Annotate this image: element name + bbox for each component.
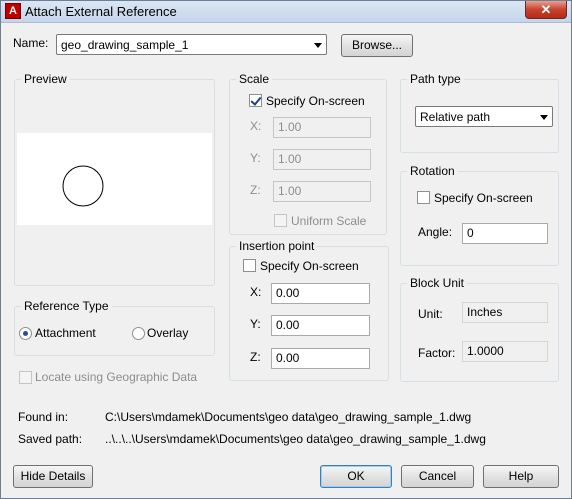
angle-field[interactable]: 0	[462, 223, 548, 244]
path-type-dropdown[interactable]: Relative path	[415, 106, 553, 127]
preview-title: Preview	[21, 72, 70, 86]
factor-value: 1.0000	[462, 341, 548, 362]
insertion-x-label: X:	[250, 285, 262, 299]
chevron-down-icon	[540, 115, 548, 120]
factor-label: Factor:	[418, 346, 456, 360]
ok-button[interactable]: OK	[320, 465, 392, 488]
reference-type-title: Reference Type	[21, 299, 112, 313]
overlay-label: Overlay	[147, 326, 189, 340]
scale-z-label: Z:	[250, 183, 261, 197]
rotation-title: Rotation	[407, 164, 458, 178]
overlay-radio[interactable]	[132, 327, 145, 340]
hide-details-button[interactable]: Hide Details	[13, 465, 93, 488]
unit-label: Unit:	[418, 307, 443, 321]
attachment-label: Attachment	[35, 326, 96, 340]
scale-specify-label: Specify On-screen	[266, 94, 365, 108]
attach-xref-dialog: A Attach External Reference ✕ Name: geo_…	[0, 0, 572, 499]
browse-button[interactable]: Browse...	[341, 34, 413, 57]
path-type-value: Relative path	[420, 110, 491, 124]
block-unit-group: Block Unit	[400, 276, 559, 382]
angle-label: Angle:	[418, 225, 453, 239]
title-bar[interactable]: A Attach External Reference ✕	[1, 1, 571, 23]
name-dropdown[interactable]: geo_drawing_sample_1	[56, 34, 327, 55]
chevron-down-icon	[314, 43, 322, 48]
rotation-group: Rotation	[400, 164, 559, 266]
insertion-x-field[interactable]: 0.00	[271, 283, 370, 304]
cancel-button[interactable]: Cancel	[401, 465, 474, 488]
name-value: geo_drawing_sample_1	[61, 38, 189, 52]
preview-canvas	[17, 133, 212, 225]
saved-path-value: ..\..\..\Users\mdamek\Documents\geo data…	[105, 432, 486, 446]
rotation-specify-label: Specify On-screen	[434, 191, 533, 205]
rotation-specify-checkbox[interactable]	[417, 191, 430, 204]
unit-value: Inches	[462, 302, 548, 323]
scale-y-field[interactable]: 1.00	[273, 149, 371, 170]
insertion-specify-checkbox[interactable]	[243, 259, 256, 272]
help-button[interactable]: Help	[483, 465, 559, 488]
insertion-y-label: Y:	[250, 317, 261, 331]
scale-x-field[interactable]: 1.00	[273, 117, 371, 138]
window-title: Attach External Reference	[25, 4, 177, 19]
autocad-app-icon: A	[5, 3, 21, 19]
found-in-label: Found in:	[18, 410, 69, 424]
uniform-scale-checkbox[interactable]	[274, 214, 287, 227]
saved-path-label: Saved path:	[18, 432, 83, 446]
insertion-y-field[interactable]: 0.00	[271, 315, 370, 336]
scale-specify-checkbox[interactable]	[249, 94, 262, 107]
scale-y-label: Y:	[250, 151, 261, 165]
insertion-specify-label: Specify On-screen	[260, 259, 359, 273]
scale-x-label: X:	[250, 119, 262, 133]
found-in-value: C:\Users\mdamek\Documents\geo data\geo_d…	[105, 410, 472, 424]
path-type-title: Path type	[407, 72, 464, 86]
attachment-radio[interactable]	[19, 327, 32, 340]
scale-z-field[interactable]: 1.00	[273, 181, 371, 202]
geographic-data-label: Locate using Geographic Data	[35, 370, 198, 384]
uniform-scale-label: Uniform Scale	[291, 214, 367, 228]
insertion-z-field[interactable]: 0.00	[271, 348, 370, 369]
scale-title: Scale	[236, 72, 273, 86]
geographic-data-checkbox[interactable]	[19, 371, 32, 384]
circle-preview-image	[62, 165, 104, 207]
insertion-point-title: Insertion point	[236, 239, 318, 253]
name-label: Name:	[13, 36, 49, 50]
block-unit-title: Block Unit	[407, 276, 468, 290]
insertion-z-label: Z:	[250, 350, 261, 364]
close-icon: ✕	[540, 2, 552, 17]
close-button[interactable]: ✕	[525, 1, 567, 19]
